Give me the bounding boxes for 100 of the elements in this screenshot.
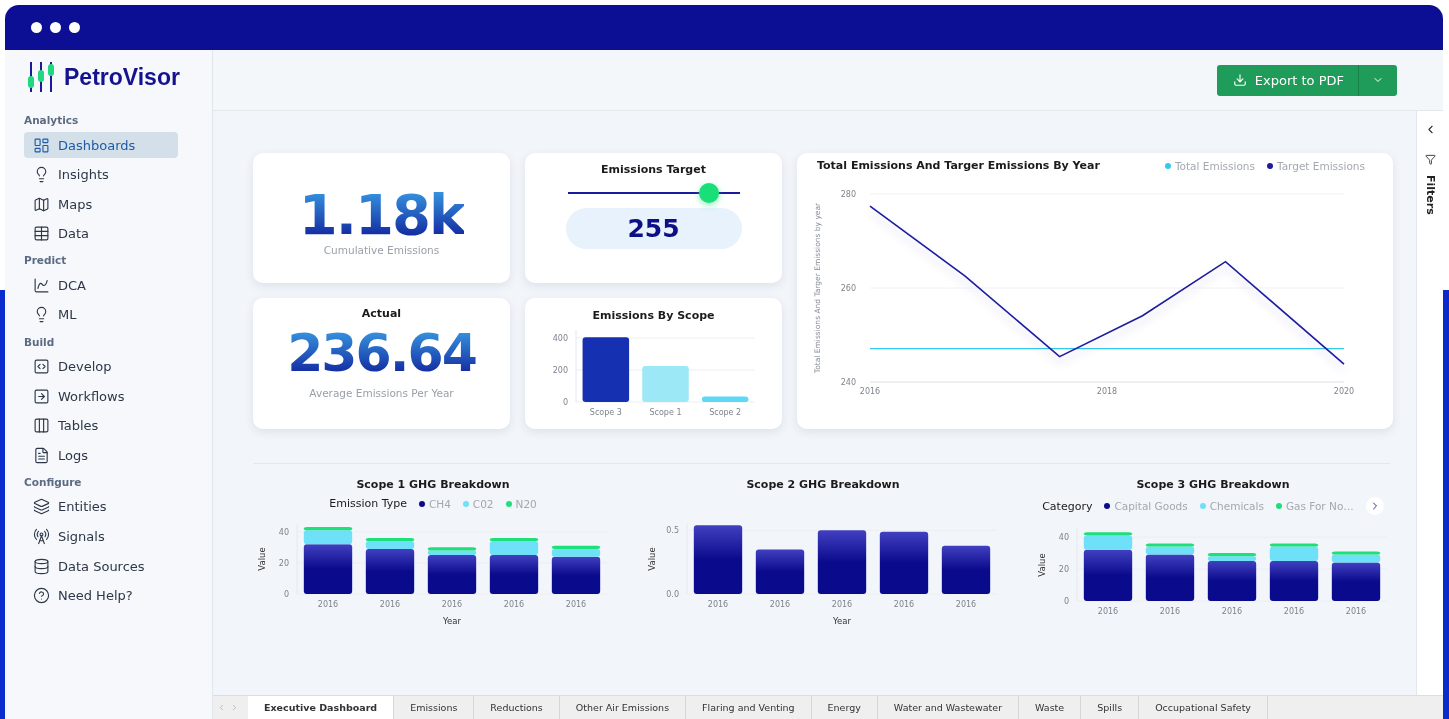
axis-tick-label: 2016 <box>769 600 791 609</box>
bar <box>941 545 991 594</box>
dashboard-grid-icon <box>33 136 50 154</box>
nav-item[interactable]: Logs <box>24 442 178 469</box>
legend-item: Capital Goods <box>1104 500 1188 512</box>
page-tab[interactable]: Other Air Emissions <box>559 696 687 719</box>
axis-tick-label: 20 <box>278 558 289 568</box>
window-dot[interactable] <box>69 22 80 33</box>
axis-tick-label: 2016 <box>1159 607 1181 616</box>
window-dot[interactable] <box>31 22 42 33</box>
page-tab[interactable]: Waste <box>1019 696 1082 719</box>
nav-item[interactable]: Signals <box>24 523 178 550</box>
document-icon <box>33 446 50 464</box>
axis-tick-label: 2016 <box>379 600 401 609</box>
legend-item: Target Emissions <box>1267 159 1365 172</box>
page-tab[interactable]: Spills <box>1081 696 1140 719</box>
bar <box>755 549 805 594</box>
page-tab[interactable]: Energy <box>811 696 878 719</box>
axis-tick-label: 2016 <box>955 600 977 609</box>
axis-tick-label: Scope 2 <box>709 408 742 417</box>
nav-item[interactable]: DCA <box>24 272 178 299</box>
axis-tick-label: 260 <box>840 284 856 293</box>
line-chart-icon <box>33 276 50 294</box>
next-button[interactable] <box>1365 497 1384 515</box>
axis-tick-label: 20 <box>1058 565 1069 574</box>
arrow-box-icon <box>33 387 50 405</box>
logo-icon <box>28 62 54 92</box>
axis-tick-label: 2016 <box>1221 607 1243 616</box>
axis-tick-label: Scope 3 <box>589 408 622 417</box>
chart-title: Total Emissions And Targer Emissions By Year <box>817 159 1100 172</box>
dropdown-button[interactable] <box>1359 64 1397 96</box>
page-tab[interactable]: Emissions <box>394 696 475 719</box>
legend-item: CH4 <box>418 497 451 510</box>
axis-tick-label: 200 <box>552 366 568 375</box>
legend-title: Emission Type <box>329 497 407 510</box>
brand-name: PetroVisor <box>64 63 180 91</box>
axis-tick-label: 2020 <box>1333 387 1355 396</box>
nav-section-title: Configure <box>24 474 83 490</box>
axis-tick-label: 2016 <box>707 600 729 609</box>
axis-tick-label: 40 <box>278 527 289 537</box>
legend-title: Category <box>1042 499 1093 513</box>
page-tab[interactable]: Occupational Safety <box>1139 696 1268 719</box>
legend-item: Total Emissions <box>1164 159 1255 172</box>
filter-icon <box>1424 154 1436 165</box>
export-button[interactable]: Export to PDF <box>1216 64 1359 96</box>
axis-title: Value <box>257 547 267 571</box>
nav-item[interactable]: Maps <box>24 191 178 218</box>
axis-title: Year <box>443 616 461 626</box>
layers-icon <box>33 498 50 516</box>
bar <box>701 396 749 402</box>
page-tab[interactable]: Water and Wastewater <box>877 696 1020 719</box>
filters-label[interactable]: Filters <box>1423 175 1437 215</box>
nav-item[interactable]: Need Help? <box>24 582 178 609</box>
axis-tick-label: 2016 <box>831 600 853 609</box>
axis-title: Year <box>833 616 851 626</box>
nav-item[interactable]: Entities <box>24 493 178 520</box>
card-title: Emissions Target <box>601 163 706 176</box>
axis-title: Value <box>1037 553 1047 577</box>
map-icon <box>33 195 50 213</box>
bar <box>879 531 929 594</box>
axis-title: Value <box>647 547 657 571</box>
nav-item[interactable]: Develop <box>24 353 178 380</box>
axis-tick-label: 2016 <box>441 600 463 609</box>
nav-section-title: Predict <box>24 253 68 269</box>
page-tab[interactable]: Executive Dashboard <box>248 696 395 719</box>
nav-item[interactable]: Dashboards <box>24 132 178 158</box>
legend-item: Gas For No… <box>1275 500 1354 512</box>
download-icon <box>1232 73 1247 87</box>
nav-item[interactable]: Insights <box>24 161 178 188</box>
nav-item[interactable]: Tables <box>24 412 178 439</box>
axis-tick-label: 0 <box>283 590 289 599</box>
bar <box>582 337 630 402</box>
nav-item[interactable]: Data Sources <box>24 553 178 580</box>
axis-tick-label: 400 <box>552 334 568 343</box>
page-tab[interactable]: Reductions <box>474 696 560 719</box>
chart-title: Scope 1 GHG Breakdown <box>356 478 510 491</box>
slider-thumb[interactable] <box>698 183 719 203</box>
axis-tick-label: 280 <box>840 190 856 199</box>
legend-item: N20 <box>505 497 537 510</box>
database-icon <box>33 557 50 575</box>
axis-tick-label: 2016 <box>1345 607 1367 616</box>
chart-title: Emissions By Scope <box>592 309 715 322</box>
nav-section-title: Analytics <box>24 113 80 128</box>
columns-icon <box>33 417 50 435</box>
axis-tick-label: Scope 1 <box>649 408 682 417</box>
nav-item[interactable]: Data <box>24 220 178 247</box>
window-dot[interactable] <box>50 22 61 33</box>
nav-item[interactable]: Workflows <box>24 383 178 410</box>
chart-title: Scope 2 GHG Breakdown <box>746 478 900 491</box>
bar <box>693 525 743 594</box>
axis-tick-label: 2016 <box>1097 607 1119 616</box>
axis-tick-label: 2016 <box>1283 607 1305 616</box>
axis-tick-label: 2016 <box>503 600 525 609</box>
card-title: Actual <box>361 307 402 320</box>
page-tab[interactable]: Flaring and Venting <box>686 696 812 719</box>
axis-tick-label: 0.5 <box>666 526 679 536</box>
nav-item[interactable]: ML <box>24 301 178 328</box>
legend-item: C02 <box>462 497 494 510</box>
code-icon <box>33 358 50 376</box>
antenna-icon <box>33 528 50 546</box>
